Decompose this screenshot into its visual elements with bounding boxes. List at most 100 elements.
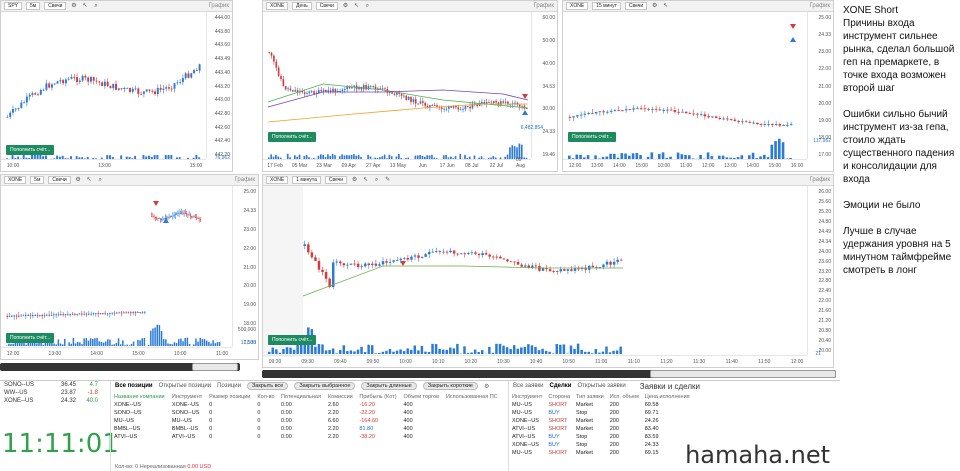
timeframe-select[interactable]: 15 минут <box>592 2 621 10</box>
volume-bar <box>381 351 385 354</box>
tab-deals[interactable]: Сделки <box>550 383 572 389</box>
volume-bar <box>367 344 370 354</box>
deposit-button[interactable]: Пополнить счёт... <box>268 132 317 142</box>
tab-open-orders[interactable]: Открытые заявки <box>578 383 626 389</box>
candle-body <box>32 315 34 316</box>
timeframe-select[interactable]: 5м <box>26 2 41 10</box>
tab-open-positions[interactable]: Открытые позиции <box>159 383 212 389</box>
timeframe-select[interactable]: День <box>292 2 312 10</box>
chart-panel-xone-15m[interactable]: XONE 15 минут Свечи ⚙ ↖ График 25.00 24.3… <box>562 0 834 172</box>
column-header[interactable]: Название компании <box>111 393 169 401</box>
table-row[interactable]: ATVI--US ATVI--US 0 0 0.00 2.20 -38.20 400 <box>111 433 502 441</box>
timeframe-select[interactable]: 1 минута <box>292 176 321 184</box>
chart-type-select[interactable]: Свечи <box>315 2 338 10</box>
chart-type-select[interactable]: Свечи <box>624 2 648 10</box>
settings-icon[interactable]: ⚙ <box>651 3 658 10</box>
table-row[interactable]: MU--US SHORT Market 200 69.58 <box>509 401 693 409</box>
tab-all-positions[interactable]: Все позиции <box>115 383 153 389</box>
candle-body <box>584 268 587 270</box>
cursor-icon[interactable]: ↖ <box>662 3 669 10</box>
column-header[interactable]: Использованная ПС <box>443 393 502 401</box>
price-tick: 22.00 <box>818 66 831 73</box>
table-row[interactable]: SONO--US SONO--US 0 0 0.00 2.20 -22.20 400 <box>111 409 502 417</box>
chart-type-select[interactable]: Свечи <box>48 176 71 184</box>
column-header[interactable]: Сторона <box>545 393 573 401</box>
zoom-icon[interactable]: ⌕ <box>92 3 99 10</box>
deposit-button[interactable]: Пополнить счёт... <box>268 335 317 345</box>
chart-type-select[interactable]: Свечи <box>324 176 348 184</box>
zoom-icon[interactable]: ⌕ <box>97 177 104 184</box>
drawing-icon[interactable]: ✎ <box>384 177 391 184</box>
chart-panel-xone-day[interactable]: XONE День Свечи ⚙ ↖ ⌕ График 60.00 50.00 4… <box>262 0 558 172</box>
price-tick: 19.00 <box>243 302 256 309</box>
zoom-icon[interactable]: ⌕ <box>364 3 371 10</box>
table-row[interactable]: MU--US MU--US 0 0 0.00 6.60 -164.60 400 <box>111 417 502 425</box>
symbol-select[interactable]: XONE <box>4 176 27 184</box>
table-cell: BMBL--US <box>114 426 141 432</box>
table-row[interactable]: ATVI--US SHORT Market 200 83.40 <box>509 425 693 433</box>
volume-bar <box>495 343 498 354</box>
cursor-icon[interactable]: ↖ <box>86 177 93 184</box>
table-row[interactable]: XONE--US SHORT Market 200 24.26 <box>509 417 693 425</box>
timeframe-select[interactable]: 5м <box>30 176 45 184</box>
column-header[interactable]: Комиссии <box>325 393 356 401</box>
symbol-select[interactable]: SPY <box>4 2 23 10</box>
table-cell: 0.00 <box>281 418 292 424</box>
close-all-button[interactable]: Закрыть все <box>246 382 289 390</box>
candle-body <box>384 88 386 90</box>
price-tick: 20.80 <box>818 328 831 335</box>
column-header[interactable]: Кол-во <box>254 393 278 401</box>
column-header[interactable]: Цена исполнения <box>642 393 693 401</box>
settings-icon[interactable]: ⚙ <box>70 3 77 10</box>
cursor-icon[interactable]: ↖ <box>81 3 88 10</box>
column-header[interactable]: Размер позиции <box>206 393 254 401</box>
chart-panel-xone-5m[interactable]: XONE 5м Свечи ⚙ ↖ ⌕ График 25.00 24.33 23.… <box>0 174 259 360</box>
table-row[interactable]: BMBL--US BMBL--US 0 0 0.00 2.20 81.80 400 <box>111 425 502 433</box>
column-header[interactable]: Тип заявки <box>573 393 607 401</box>
close-short-button[interactable]: Закрыть короткие <box>422 382 478 390</box>
column-header[interactable]: Прибыль (Кот) <box>356 393 400 401</box>
column-header[interactable]: Инструмент <box>169 393 206 401</box>
cursor-icon[interactable]: ↖ <box>362 177 369 184</box>
symbol-select[interactable]: XONE <box>266 2 289 10</box>
candle-body <box>362 85 365 90</box>
tab-all-orders[interactable]: Все заявки <box>513 383 544 389</box>
zoom-icon[interactable]: ⌕ <box>373 177 380 184</box>
watchlist-row[interactable]: WW--US 23.87 -1.8 <box>0 389 104 397</box>
table-cell: 400 <box>403 418 413 424</box>
deposit-button[interactable]: Пополнить счёт... <box>6 333 55 343</box>
candle-body <box>374 263 378 266</box>
table-row[interactable]: MU--US SHORT Market 200 69.15 <box>509 449 693 457</box>
deposit-button[interactable]: Пополнить счёт... <box>6 145 55 155</box>
timeline-scroll-thumb[interactable] <box>192 363 238 371</box>
column-header[interactable]: Потенциальная <box>278 393 325 401</box>
table-row[interactable]: XONE--US BUY Stop 200 24.33 <box>509 441 693 449</box>
close-selected-button[interactable]: Закрыть выбранное <box>294 382 356 390</box>
chart-panel-xone-1m[interactable]: XONE 1 минута Свечи ⚙ ↖ ⌕ ✎ График 26.00… <box>262 174 834 368</box>
table-row[interactable]: XONE--US XONE--US 0 0 0.00 2.60 -16.20 400 <box>111 401 502 409</box>
table-row[interactable]: MU--US BUY Stop 200 69.71 <box>509 409 693 417</box>
deposit-button[interactable]: Пополнить счёт... <box>568 132 617 142</box>
column-header[interactable]: Инструмент <box>509 393 545 401</box>
chart-type-select[interactable]: Свечи <box>44 2 67 10</box>
symbol-select[interactable]: XONE <box>266 176 289 184</box>
candle-body <box>681 111 684 113</box>
settings-icon[interactable]: ⚙ <box>351 177 358 184</box>
volume-bar <box>328 349 331 354</box>
table-row[interactable]: ATVI--US BUY Stop 200 83.59 <box>509 433 693 441</box>
column-header[interactable]: Исп. объем <box>607 393 642 401</box>
settings-icon[interactable]: ⚙ <box>342 3 349 10</box>
watchlist-row[interactable]: XONE--US 24.32 40.0 <box>0 397 104 405</box>
chart-panel-spy[interactable]: SPY 5м Свечи ⚙ ↖ ⌕ График 444.00 443.80 44… <box>0 0 233 172</box>
symbol-select[interactable]: XONE <box>566 2 589 10</box>
candle-body <box>36 315 39 316</box>
timeline-scroll-thumb[interactable] <box>650 370 836 378</box>
close-long-button[interactable]: Закрыть длинные <box>361 382 417 390</box>
settings-icon[interactable]: ⚙ <box>75 177 82 184</box>
tab-positions[interactable]: Позиции <box>217 383 241 389</box>
watchlist-row[interactable]: SONO--US 36.45 4.7 <box>0 381 104 389</box>
cursor-icon[interactable]: ↖ <box>353 3 360 10</box>
column-header[interactable]: Объем торгов <box>401 393 443 401</box>
gear-icon[interactable]: ⚙ <box>484 383 489 390</box>
trading-panel: SONO--US 36.45 4.7 WW--US 23.87 -1.8 XONE--U… <box>0 380 840 471</box>
